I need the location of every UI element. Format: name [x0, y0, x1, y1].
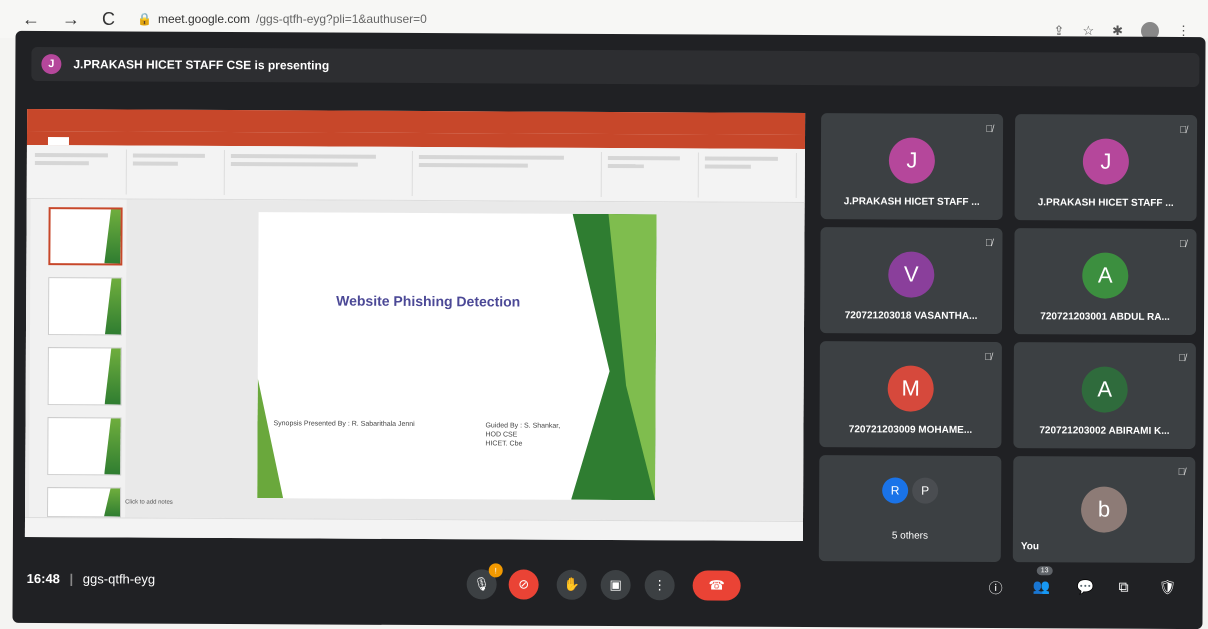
ribbon-group [34, 148, 127, 195]
meeting-code: ggs-qtfh-eyg [82, 571, 156, 587]
camera-toggle-button[interactable]: ⊘ [508, 569, 539, 600]
phone-end-icon: ☎ [708, 577, 725, 593]
mic-off-icon: 🎙̸ [1178, 352, 1186, 365]
self-avatar: b [1080, 486, 1128, 533]
participant-avatar: R [882, 477, 909, 504]
participant-name: 720721203018 VASANTHA... [844, 310, 978, 322]
ribbon-group [704, 152, 797, 198]
slide-decoration [257, 378, 284, 498]
others-label: 5 others [891, 530, 929, 542]
self-label: You [1020, 541, 1040, 553]
ribbon-group [230, 150, 413, 196]
ppt-workspace: Website Phishing Detection Synopsis Pres… [25, 198, 805, 522]
slide-thumbnails [29, 198, 127, 518]
slide-presenter: Synopsis Presented By : R. Sabarithala J… [273, 420, 415, 428]
participant-tile[interactable]: 🎙̸ V 720721203018 VASANTHA... [819, 227, 1003, 335]
mic-off-icon: 🎙̸ [985, 123, 994, 136]
participant-name: J.PRAKASH HICET STAFF ... [843, 196, 980, 208]
ppt-tab-active [48, 137, 70, 146]
hand-icon: ✋ [563, 576, 580, 592]
slide-thumbnail[interactable] [47, 487, 122, 518]
participant-avatar: V [888, 251, 935, 298]
more-icon: ⋮ [653, 577, 667, 593]
chat-icon[interactable]: 💬 [1077, 578, 1095, 595]
url-path: /ggs-qtfh-eyg?pli=1&authuser=0 [256, 12, 427, 26]
info-separator: | [69, 571, 74, 587]
ppt-tab [81, 139, 86, 145]
slide-notes[interactable]: Click to add notes [125, 499, 173, 505]
participant-avatar: J [888, 137, 936, 184]
participant-tile[interactable]: 🎙̸ A 720721203001 ABDUL RA... [1013, 228, 1197, 336]
slide-thumbnail[interactable] [47, 347, 122, 406]
slide-title: Website Phishing Detection [336, 292, 521, 310]
participant-avatar: P [912, 477, 939, 504]
participant-tile[interactable]: 🎙̸ M 720721203009 MOHAME... [819, 341, 1002, 449]
slide-thumbnail[interactable] [47, 417, 122, 476]
ribbon-group [132, 149, 225, 195]
reload-button[interactable]: C [102, 9, 115, 30]
address-bar[interactable]: 🔒 meet.google.com/ggs-qtfh-eyg?pli=1&aut… [137, 12, 427, 26]
ribbon-group [418, 151, 602, 197]
more-options-button[interactable]: ⋮ [644, 570, 675, 601]
mic-toggle-button[interactable]: 🎙! [466, 563, 503, 600]
forward-button[interactable]: → [62, 9, 80, 30]
ppt-ribbon [26, 144, 805, 204]
people-count-badge: 13 [1036, 566, 1053, 576]
clock-time: 16:48 [26, 570, 60, 587]
ppt-tab [33, 139, 36, 145]
activities-icon[interactable]: ⧉ [1119, 579, 1129, 596]
participant-avatar: A [1081, 366, 1128, 413]
participant-tile[interactable]: 🎙̸ A 720721203002 ABIRAMI K... [1013, 342, 1196, 450]
presenter-avatar: J [41, 54, 62, 75]
presenting-banner: J J.PRAKASH HICET STAFF CSE is presentin… [31, 46, 1200, 88]
participant-avatar: M [887, 365, 934, 412]
alert-badge: ! [488, 563, 503, 578]
meeting-info: 16:48 | ggs-qtfh-eyg [27, 571, 155, 587]
mic-off-icon: 🎙̸ [984, 237, 993, 250]
raise-hand-button[interactable]: ✋ [556, 569, 587, 600]
participant-tile[interactable]: 🎙̸ J J.PRAKASH HICET STAFF ... [1014, 114, 1198, 222]
leave-call-button[interactable]: ☎ [692, 570, 741, 601]
back-button[interactable]: ← [22, 9, 40, 30]
meeting-details-icon[interactable]: ⓘ [989, 578, 1003, 598]
shared-screen: Website Phishing Detection Synopsis Pres… [24, 108, 806, 542]
ppt-status-bar [24, 516, 804, 542]
presenting-text: J.PRAKASH HICET STAFF CSE is presenting [73, 57, 330, 73]
participant-tile[interactable]: 🎙̸ J J.PRAKASH HICET STAFF ... [820, 113, 1004, 221]
ppt-tab [98, 139, 103, 145]
ribbon-group [607, 151, 700, 198]
slide-thumbnail[interactable] [47, 277, 123, 336]
mic-off-icon: 🎙̸ [984, 351, 992, 364]
lock-icon: 🔒 [137, 12, 152, 26]
participant-avatar: A [1082, 252, 1129, 299]
url-domain: meet.google.com [157, 12, 251, 26]
participant-name: 720721203009 MOHAME... [848, 424, 973, 436]
slide-guide: Guided By : S. Shankar, HOD CSE HICET. C… [485, 422, 561, 448]
mic-off-icon: 🎙 [473, 576, 490, 592]
participant-name: 720721203002 ABIRAMI K... [1039, 425, 1170, 437]
mic-off-icon: 🎙̸ [1178, 238, 1187, 251]
others-avatars: R P [882, 477, 939, 504]
slide-thumbnail[interactable] [48, 207, 123, 266]
mic-off-icon: 🎙̸ [1179, 124, 1188, 137]
others-tile[interactable]: R P 5 others [818, 455, 1002, 563]
participant-avatar: J [1082, 138, 1130, 185]
participant-name: J.PRAKASH HICET STAFF ... [1037, 197, 1174, 209]
host-controls-icon[interactable]: 🛡 [1159, 579, 1177, 596]
present-button[interactable]: ▣ [600, 569, 631, 601]
current-slide: Website Phishing Detection Synopsis Pres… [257, 212, 657, 501]
people-icon[interactable]: 👥 13 [1033, 566, 1053, 595]
self-tile[interactable]: 🎙̸ b You [1012, 456, 1196, 564]
present-icon: ▣ [609, 577, 622, 593]
camera-off-icon: ⊘ [518, 576, 530, 592]
meet-window: J J.PRAKASH HICET STAFF CSE is presentin… [12, 30, 1206, 629]
mic-off-icon: 🎙̸ [1177, 466, 1186, 479]
participant-name: 720721203001 ABDUL RA... [1040, 311, 1170, 323]
